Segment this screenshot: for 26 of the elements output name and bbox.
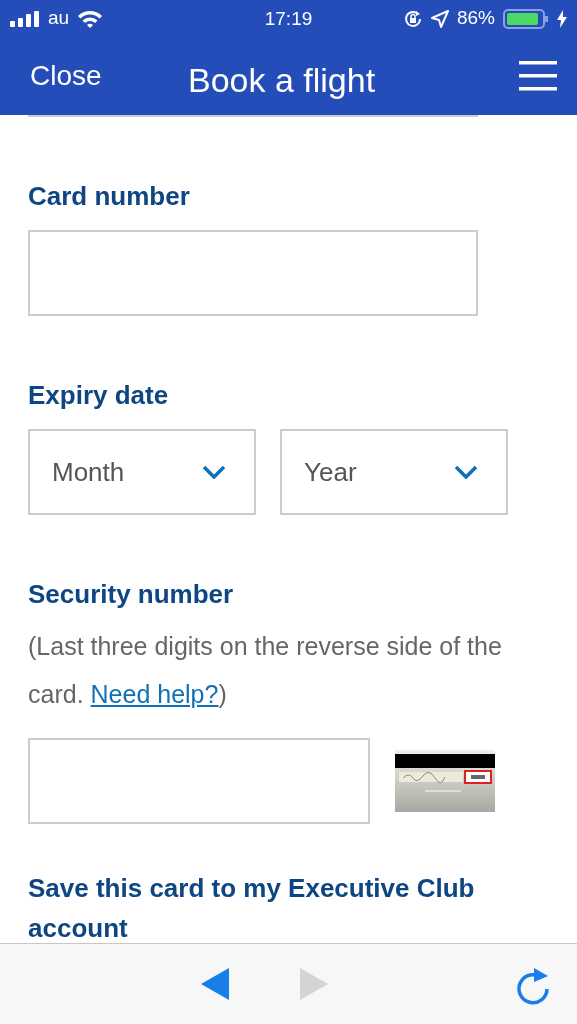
rotation-lock-icon: [402, 8, 423, 29]
chevron-down-icon: [202, 465, 226, 479]
charging-icon: [557, 9, 567, 28]
security-number-field[interactable]: [28, 738, 370, 824]
reload-icon[interactable]: [514, 966, 550, 1006]
wifi-icon: [77, 9, 104, 28]
dropdown-select[interactable]: Year: [280, 429, 508, 515]
location-icon: [430, 9, 449, 28]
battery-percent: 86%: [456, 6, 495, 31]
field-label: Card number: [28, 180, 191, 213]
dropdown-select[interactable]: Month: [28, 429, 256, 515]
back-arrow-icon[interactable]: [201, 968, 229, 1000]
field-label: Save this card to my Executive Club account: [28, 872, 476, 943]
close-link[interactable]: Close: [30, 55, 102, 97]
field-label: Security number: [28, 578, 235, 611]
page-title: Book a flight: [188, 60, 376, 101]
chevron-down-icon: [454, 465, 478, 479]
help-link[interactable]: Need help?: [90, 680, 219, 708]
hint-text: (Last three digits on the reverse side of the card. Need help?): [28, 631, 503, 710]
carrier-name: au: [48, 6, 70, 31]
card-number-field[interactable]: [28, 230, 478, 316]
battery-icon: [503, 8, 549, 29]
field-label: Expiry date: [28, 379, 170, 412]
menu-icon[interactable]: [519, 61, 557, 91]
clock-time: 17:19: [264, 7, 313, 31]
signal-icon: [10, 10, 40, 27]
